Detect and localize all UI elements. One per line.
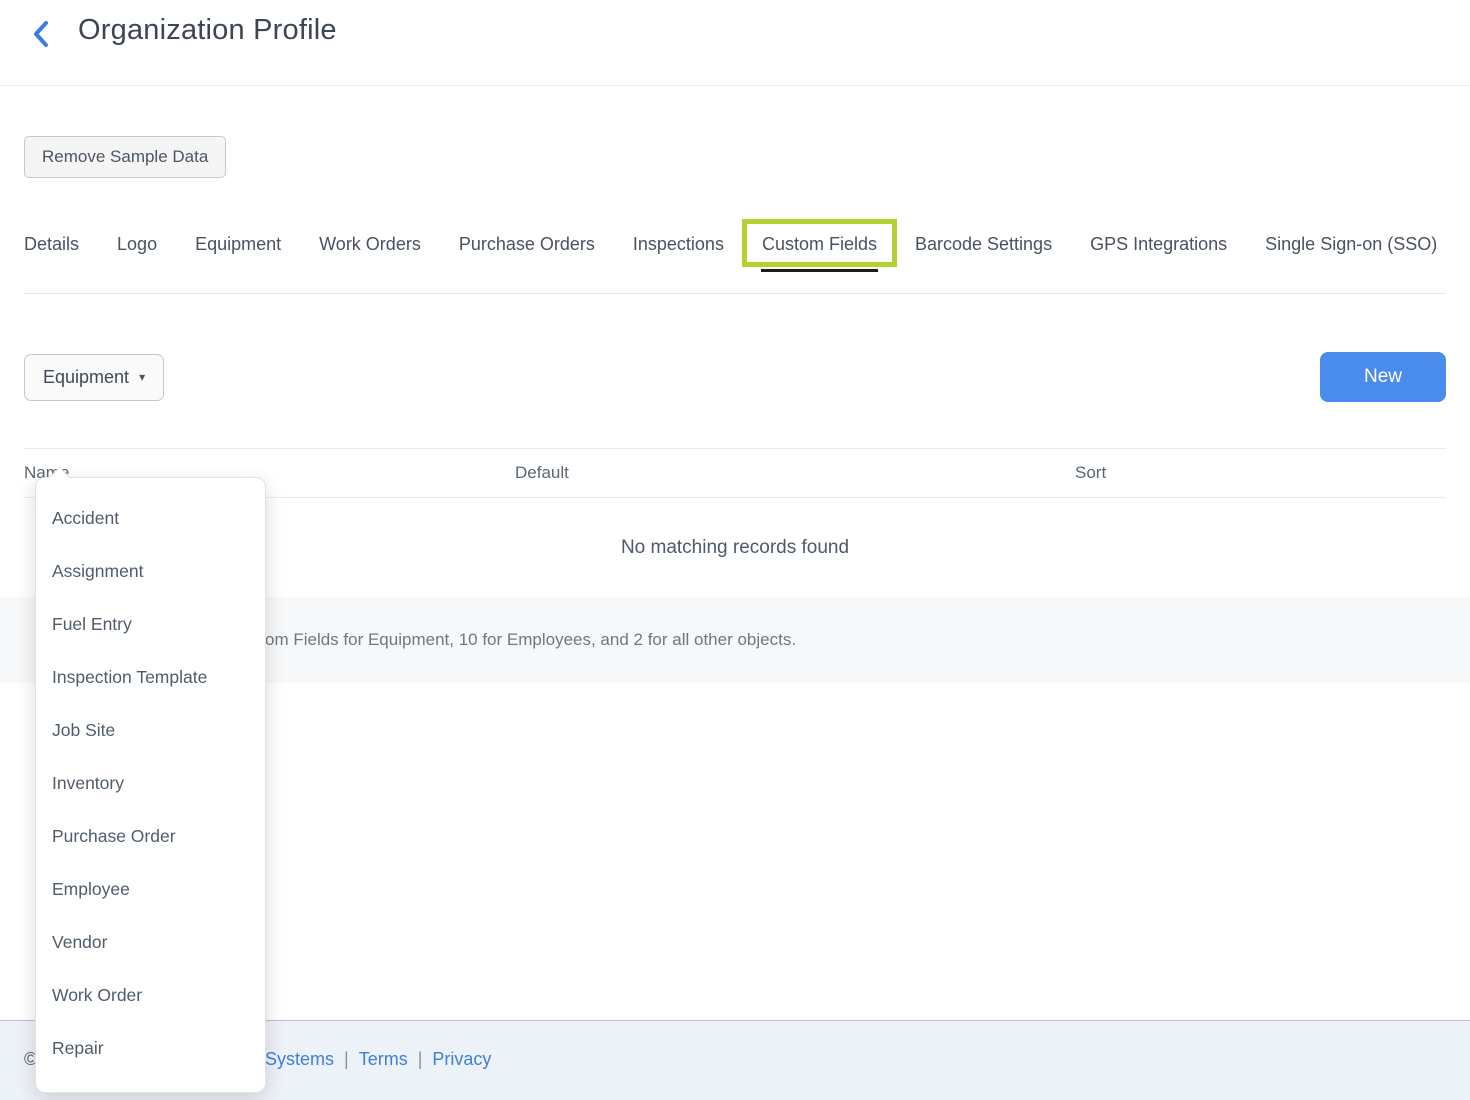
page-header: Organization Profile (0, 0, 1470, 86)
tab-purchase-orders[interactable]: Purchase Orders (459, 232, 595, 256)
tab-work-orders[interactable]: Work Orders (319, 232, 421, 256)
dropdown-item-purchase-order[interactable]: Purchase Order (36, 810, 265, 863)
dropdown-item-fuel-entry[interactable]: Fuel Entry (36, 598, 265, 651)
footer-separator: | (417, 1049, 423, 1069)
chevron-down-icon: ▾ (139, 370, 146, 384)
tab-single-sign-on[interactable]: Single Sign-on (SSO) (1265, 232, 1437, 256)
tab-bar: Details Logo Equipment Work Orders Purch… (24, 219, 1446, 272)
dropdown-item-vendor[interactable]: Vendor (36, 916, 265, 969)
tab-inspections[interactable]: Inspections (633, 232, 724, 256)
dropdown-item-inventory[interactable]: Inventory (36, 757, 265, 810)
custom-fields-limit-note: om Fields for Equipment, 10 for Employee… (265, 630, 797, 649)
dropdown-item-job-site[interactable]: Job Site (36, 704, 265, 757)
footer-separator: | (344, 1049, 349, 1069)
chevron-left-icon (34, 21, 48, 47)
footer-links: Systems | Terms | Privacy (265, 1049, 491, 1070)
object-type-dropdown-button[interactable]: Equipment ▾ (24, 353, 165, 401)
dropdown-item-accident[interactable]: Accident (36, 492, 265, 545)
tab-custom-fields-label: Custom Fields (761, 234, 877, 254)
tabs-divider (24, 293, 1446, 294)
dropdown-item-inspection-template[interactable]: Inspection Template (36, 651, 265, 704)
remove-sample-data-button[interactable]: Remove Sample Data (24, 136, 227, 178)
column-header-sort: Sort (1075, 463, 1107, 482)
dropdown-item-repair[interactable]: Repair (36, 1022, 265, 1075)
tab-details[interactable]: Details (24, 232, 79, 256)
object-type-dropdown-menu: Accident Assignment Fuel Entry Inspectio… (35, 466, 266, 1093)
footer-privacy-link[interactable]: Privacy (432, 1049, 491, 1070)
toolbar: Equipment ▾ New (24, 352, 1446, 402)
dropdown-item-assignment[interactable]: Assignment (36, 545, 265, 598)
footer-company-link[interactable]: Systems (265, 1049, 334, 1070)
tab-gps-integrations[interactable]: GPS Integrations (1090, 232, 1227, 256)
back-button[interactable] (30, 18, 52, 50)
tab-equipment[interactable]: Equipment (195, 232, 281, 256)
tab-custom-fields[interactable]: Custom Fields (741, 219, 897, 272)
tab-barcode-settings[interactable]: Barcode Settings (915, 232, 1052, 256)
dropdown-item-employee[interactable]: Employee (36, 863, 265, 916)
dropdown-item-work-order[interactable]: Work Order (36, 969, 265, 1022)
tab-logo[interactable]: Logo (117, 232, 157, 256)
page-title: Organization Profile (78, 14, 337, 46)
object-type-dropdown-label: Equipment (43, 366, 130, 387)
footer-terms-link[interactable]: Terms (359, 1049, 408, 1070)
new-button[interactable]: New (1319, 352, 1446, 402)
column-header-default: Default (515, 463, 569, 482)
